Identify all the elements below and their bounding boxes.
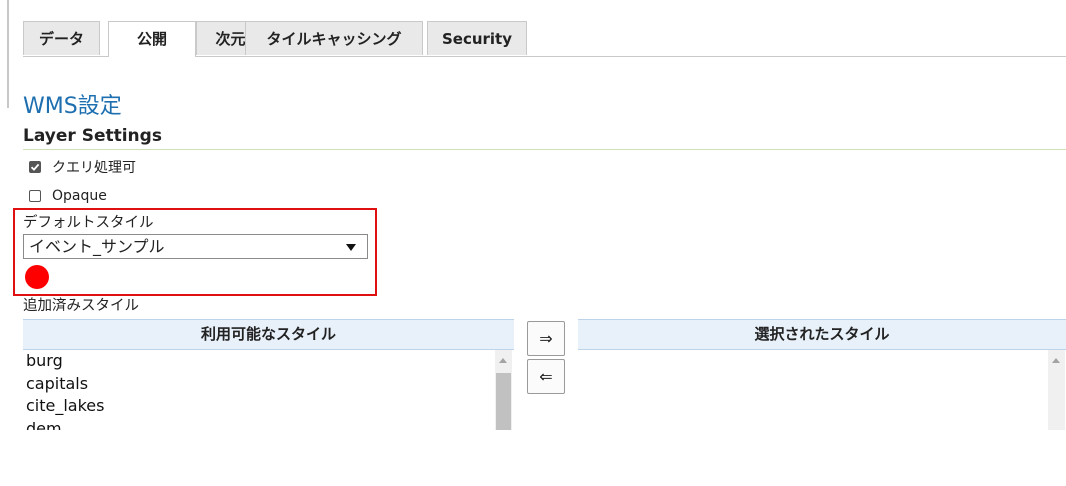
queryable-checkbox[interactable] (29, 161, 41, 173)
queryable-label: クエリ処理可 (52, 160, 136, 176)
scroll-thumb[interactable] (496, 373, 511, 430)
style-preview-swatch (25, 265, 49, 289)
layer-settings-heading: Layer Settings (23, 126, 162, 146)
available-styles-header: 利用可能なスタイル (23, 319, 514, 350)
tab-security[interactable]: Security (427, 21, 527, 55)
list-item[interactable]: dem (23, 418, 495, 431)
opaque-label: Opaque (52, 188, 107, 204)
default-style-value: イベント_サンプル (29, 237, 165, 256)
selected-styles-header: 選択されたスタイル (578, 319, 1066, 350)
available-styles-list[interactable]: burg capitals cite_lakes dem (23, 350, 495, 430)
list-item[interactable]: cite_lakes (23, 395, 495, 418)
list-item[interactable]: capitals (23, 373, 495, 396)
tab-bar: データ 公開 次元 タイルキャッシング Security (23, 20, 1066, 57)
available-styles-scrollbar[interactable] (495, 350, 512, 430)
add-style-button[interactable]: ⇒ (527, 321, 565, 356)
selected-styles-list[interactable] (578, 350, 1048, 430)
opaque-option: Opaque (29, 186, 107, 206)
heading-divider (23, 149, 1066, 150)
checkmark-icon (30, 163, 40, 171)
scroll-up-icon[interactable] (499, 358, 507, 363)
default-style-select[interactable]: イベント_サンプル (23, 234, 368, 259)
additional-styles-label: 追加済みスタイル (23, 298, 139, 314)
tab-data[interactable]: データ (23, 21, 100, 55)
section-title: WMS設定 (23, 94, 122, 119)
list-item[interactable]: burg (23, 350, 495, 373)
queryable-option: クエリ処理可 (29, 157, 136, 177)
scroll-up-icon[interactable] (1052, 358, 1060, 363)
dropdown-arrow-icon (346, 244, 356, 251)
remove-style-button[interactable]: ⇐ (527, 359, 565, 394)
selected-styles-scrollbar[interactable] (1048, 350, 1065, 430)
default-style-label: デフォルトスタイル (23, 215, 154, 231)
left-rule (7, 0, 9, 108)
opaque-checkbox[interactable] (29, 190, 41, 202)
tab-publishing[interactable]: 公開 (108, 21, 196, 57)
tab-tile-caching[interactable]: タイルキャッシング (245, 21, 423, 55)
